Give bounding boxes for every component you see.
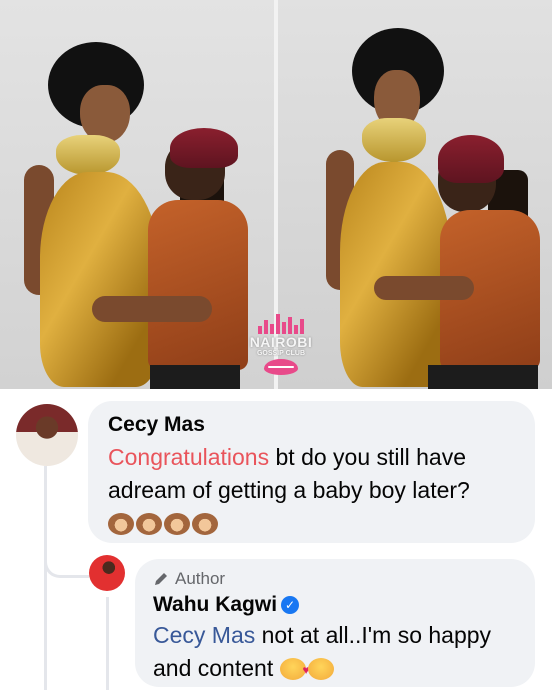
comment-text-line2: adream of getting a baby boy later? [108, 477, 470, 503]
post-photo[interactable]: NAIROBI GOSSIP CLUB [0, 0, 552, 389]
gold-collar [362, 118, 426, 162]
comment-bubble: Cecy Mas Congratulations bt do you still… [88, 401, 535, 543]
reply-author-name[interactable]: Wahu Kagwi [153, 593, 277, 616]
orange-shirt [148, 200, 248, 370]
lips-icon [264, 359, 298, 375]
reply-connector [44, 535, 89, 578]
watermark-title: NAIROBI [249, 334, 313, 350]
comment-text: Congratulations bt do you still have adr… [108, 441, 528, 540]
watermark-logo: NAIROBI GOSSIP CLUB [238, 312, 324, 375]
photo-panel-left [0, 0, 274, 389]
reply-thread-line [106, 597, 109, 690]
watermark-subtitle: GOSSIP CLUB [256, 350, 306, 357]
reply-text-line1: not at all..I'm so happy [255, 622, 492, 648]
pants [150, 365, 240, 389]
arm [374, 276, 474, 300]
hugging-face-icon [307, 658, 334, 680]
reply-author-row: Wahu Kagwi ✓ [153, 593, 300, 617]
gold-dress [340, 162, 452, 387]
see-no-evil-monkey-icon [192, 513, 218, 535]
bandana [438, 135, 504, 183]
skyline-icon [238, 312, 324, 334]
arm [92, 296, 212, 322]
see-no-evil-monkey-icon [136, 513, 162, 535]
gold-dress [40, 172, 160, 387]
avatar-cecy-mas[interactable] [16, 404, 78, 466]
pants [428, 365, 538, 389]
reply-text: Cecy Mas not at all..I'm so happy and co… [153, 619, 533, 687]
bandana [170, 128, 238, 168]
reply-bubble: Author Wahu Kagwi ✓ Cecy Mas not at all..… [135, 559, 535, 687]
author-badge-label: Author [175, 569, 226, 588]
verified-badge-icon: ✓ [281, 596, 300, 614]
pencil-icon [155, 573, 167, 585]
see-no-evil-monkey-icon [108, 513, 134, 535]
author-badge: Author [153, 569, 225, 589]
smiling-face-with-hearts-icon [279, 654, 310, 687]
see-no-evil-monkey-icon [164, 513, 190, 535]
reply-text-line2: and content [153, 655, 274, 681]
comment-text-line1: bt do you still have [269, 444, 467, 470]
emoji-row [108, 510, 220, 536]
avatar-wahu-kagwi[interactable] [89, 555, 125, 591]
thread-line [44, 466, 47, 690]
reply-mention[interactable]: Cecy Mas [153, 622, 255, 648]
gold-collar [56, 135, 120, 175]
comment-highlight: Congratulations [108, 444, 270, 470]
comment-author-name[interactable]: Cecy Mas [108, 413, 205, 437]
